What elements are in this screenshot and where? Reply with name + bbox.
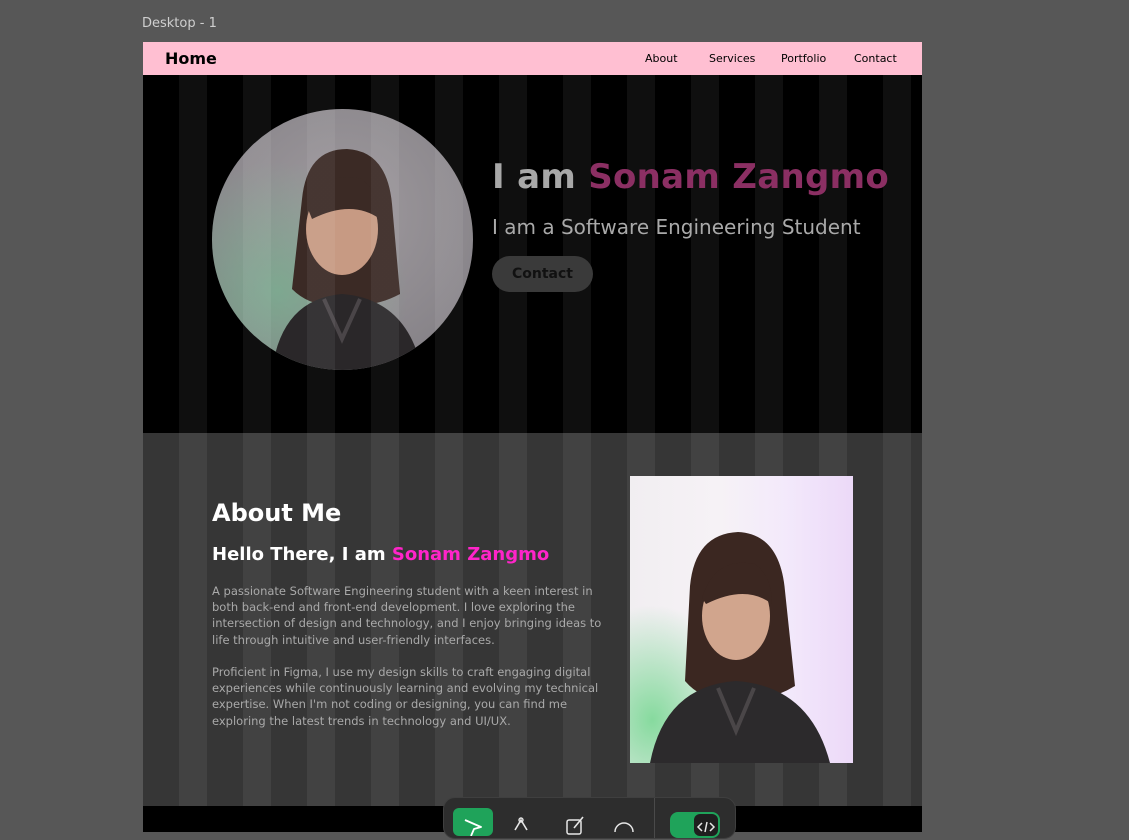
about-section: About Me Hello There, I am Sonam Zangmo … xyxy=(143,433,922,806)
about-hello: Hello There, I am Sonam Zangmo xyxy=(212,544,549,565)
pen-icon xyxy=(514,817,528,831)
frame-tool-button[interactable] xyxy=(501,808,541,836)
design-toolbar xyxy=(443,797,736,839)
about-hello-name: Sonam Zangmo xyxy=(391,544,550,565)
toolbar-separator xyxy=(654,798,655,838)
dev-mode-knob xyxy=(694,814,718,836)
hero-title: I am Sonam Zangmo xyxy=(492,157,889,197)
hero-contact-button[interactable]: Contact xyxy=(492,256,593,292)
hero-title-name: Sonam Zangmo xyxy=(588,157,889,197)
about-paragraph-2: Proficient in Figma, I use my design ski… xyxy=(212,665,599,728)
code-icon xyxy=(696,821,716,833)
navbar: Home About Services Portfolio Contact xyxy=(143,42,922,75)
desktop-frame: Home About Services Portfolio Contact I … xyxy=(143,42,922,832)
comment-tool-button[interactable] xyxy=(604,808,644,836)
hero-avatar-photo xyxy=(212,109,473,370)
nav-link-about[interactable]: About xyxy=(645,52,678,65)
draw-tool-button[interactable] xyxy=(554,808,594,836)
pencil-icon xyxy=(566,816,584,835)
move-icon xyxy=(464,819,482,837)
nav-link-portfolio[interactable]: Portfolio xyxy=(781,52,826,65)
frame-label[interactable]: Desktop - 1 xyxy=(142,16,217,31)
nav-link-contact[interactable]: Contact xyxy=(854,52,897,65)
about-hello-prefix: Hello There, I am xyxy=(212,544,392,565)
about-portrait-photo xyxy=(630,476,853,763)
comment-icon xyxy=(614,822,634,833)
hero-subtitle: I am a Software Engineering Student xyxy=(492,215,861,239)
about-heading: About Me xyxy=(212,499,342,527)
dev-mode-toggle[interactable] xyxy=(670,812,720,838)
about-paragraph-1: A passionate Software Engineering studen… xyxy=(212,584,602,647)
move-tool-button[interactable] xyxy=(453,808,493,837)
nav-links: About Services Portfolio Contact xyxy=(143,52,922,72)
nav-link-services[interactable]: Services xyxy=(709,52,755,65)
hero-title-prefix: I am xyxy=(492,157,589,197)
hero-section: I am Sonam Zangmo I am a Software Engine… xyxy=(143,75,922,433)
